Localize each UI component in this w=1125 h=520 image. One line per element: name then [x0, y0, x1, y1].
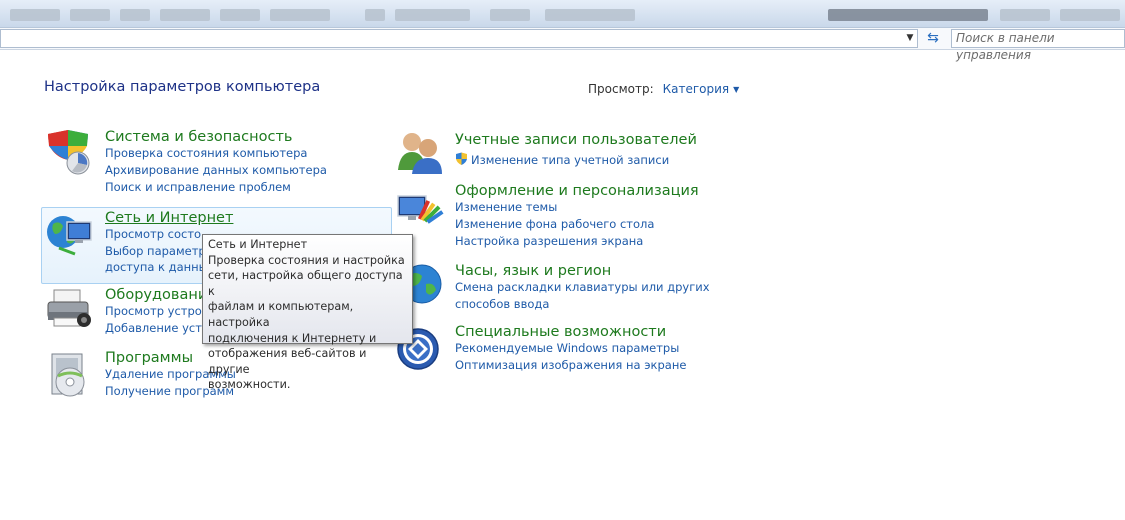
- toolbar-blur-item[interactable]: [490, 9, 530, 21]
- toolbar-blur-item[interactable]: [545, 9, 635, 21]
- toolbar-blur-item[interactable]: [220, 9, 260, 21]
- clock-link[interactable]: Смена раскладки клавиатуры или других: [455, 279, 710, 296]
- category-network-title[interactable]: Сеть и Интернет: [105, 210, 233, 226]
- category-system: Система и безопасность Проверка состояни…: [105, 129, 327, 196]
- category-accounts-title[interactable]: Учетные записи пользователей: [455, 132, 697, 148]
- access-link[interactable]: Оптимизация изображения на экране: [455, 357, 686, 374]
- accounts-link-label: Изменение типа учетной записи: [471, 153, 670, 167]
- tooltip: Сеть и Интернет Проверка состояния и нас…: [202, 234, 413, 391]
- category-access-title[interactable]: Специальные возможности: [455, 324, 686, 340]
- category-clock-title[interactable]: Часы, язык и регион: [455, 263, 710, 279]
- appearance-link[interactable]: Изменение темы: [455, 199, 699, 216]
- access-link[interactable]: Рекомендуемые Windows параметры: [455, 340, 686, 357]
- category-hardware-title[interactable]: Оборудовани: [105, 287, 209, 303]
- refresh-icon[interactable]: ⇆: [922, 30, 944, 47]
- toolbar: [0, 0, 1125, 28]
- address-dropdown-icon[interactable]: ▼: [902, 29, 918, 48]
- toolbar-blur-item[interactable]: [365, 9, 385, 21]
- toolbar-blur-item[interactable]: [10, 9, 60, 21]
- tooltip-title: Сеть и Интернет: [208, 238, 308, 251]
- category-access: Специальные возможности Рекомендуемые Wi…: [455, 324, 686, 374]
- appearance-icon[interactable]: [396, 190, 444, 236]
- category-hardware: Оборудовани Просмотр устрой Добавление у…: [105, 287, 209, 337]
- search-input[interactable]: Поиск в панели управления: [951, 29, 1125, 62]
- system-link[interactable]: Поиск и исправление проблем: [105, 179, 327, 196]
- address-field[interactable]: [0, 29, 918, 48]
- hardware-link[interactable]: Добавление устр: [105, 320, 209, 337]
- view-label: Просмотр:: [588, 82, 654, 96]
- uac-shield-icon: [456, 152, 467, 165]
- toolbar-blur-item[interactable]: [1060, 9, 1120, 21]
- clock-link[interactable]: способов ввода: [455, 296, 710, 313]
- toolbar-blur-item[interactable]: [1000, 9, 1050, 21]
- view-selector: Просмотр: Категория ▼: [588, 82, 739, 96]
- users-icon[interactable]: [396, 130, 444, 176]
- appearance-link[interactable]: Изменение фона рабочего стола: [455, 216, 699, 233]
- view-category-link[interactable]: Категория: [663, 82, 730, 96]
- toolbar-blur-item[interactable]: [120, 9, 150, 21]
- address-bar: ▼ ⇆ Поиск в панели управления: [0, 28, 1125, 62]
- category-accounts: Учетные записи пользователей Изменение т…: [455, 132, 697, 169]
- category-appearance: Оформление и персонализация Изменение те…: [455, 183, 699, 250]
- page-title: Настройка параметров компьютера: [44, 79, 321, 95]
- toolbar-blur-item[interactable]: [270, 9, 330, 21]
- printer-icon[interactable]: [44, 288, 94, 334]
- chevron-down-icon[interactable]: ▼: [733, 85, 739, 94]
- accounts-link[interactable]: Изменение типа учетной записи: [455, 152, 697, 169]
- network-globe-icon[interactable]: [45, 212, 95, 258]
- toolbar-blur-item[interactable]: [160, 9, 210, 21]
- system-link[interactable]: Архивирование данных компьютера: [105, 162, 327, 179]
- tooltip-body: Проверка состояния и настройка сети, нас…: [208, 253, 405, 392]
- hardware-link[interactable]: Просмотр устрой: [105, 303, 209, 320]
- toolbar-blur-item[interactable]: [828, 9, 988, 21]
- shield-icon[interactable]: [44, 128, 94, 178]
- appearance-link[interactable]: Настройка разрешения экрана: [455, 233, 699, 250]
- toolbar-blur-item[interactable]: [395, 9, 470, 21]
- toolbar-blur-item[interactable]: [70, 9, 110, 21]
- category-system-title[interactable]: Система и безопасность: [105, 129, 327, 145]
- programs-icon[interactable]: [46, 352, 92, 402]
- category-clock: Часы, язык и регион Смена раскладки клав…: [455, 263, 710, 313]
- category-appearance-title[interactable]: Оформление и персонализация: [455, 183, 699, 199]
- system-link[interactable]: Проверка состояния компьютера: [105, 145, 327, 162]
